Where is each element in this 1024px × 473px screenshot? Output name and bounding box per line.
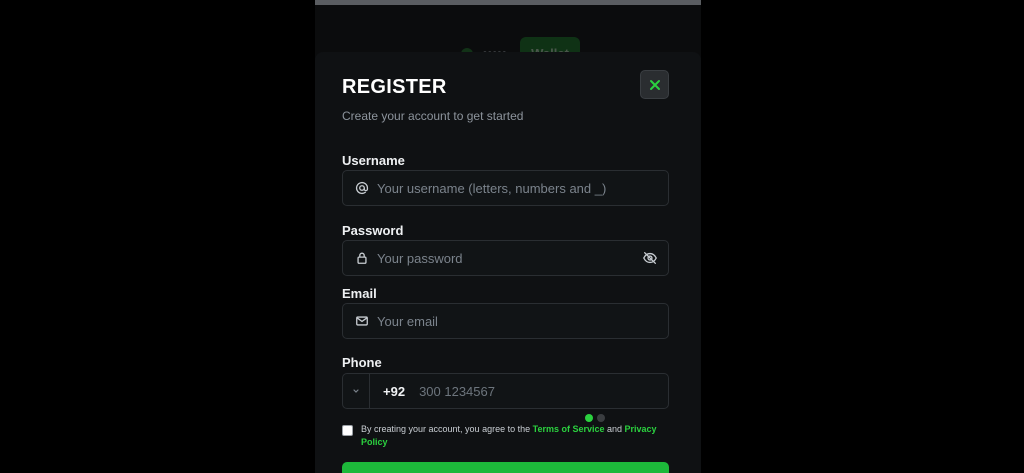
phone-input[interactable]: [419, 383, 668, 399]
username-input[interactable]: [377, 180, 668, 196]
email-label: Email: [342, 286, 377, 301]
terms-prefix: By creating your account, you agree to t…: [361, 424, 533, 434]
password-field[interactable]: [342, 240, 669, 276]
email-input[interactable]: [377, 313, 668, 329]
lock-icon: [347, 251, 377, 265]
terms-of-service-link[interactable]: Terms of Service: [533, 424, 605, 434]
terms-text: By creating your account, you agree to t…: [361, 423, 672, 449]
app-viewport: ••••• Wallet REGISTER Create your accoun…: [315, 0, 701, 473]
terms-checkbox[interactable]: [342, 425, 353, 436]
indicator-dot: [597, 414, 605, 422]
email-field[interactable]: [342, 303, 669, 339]
phone-label: Phone: [342, 355, 382, 370]
password-label: Password: [342, 223, 404, 238]
username-label: Username: [342, 153, 405, 168]
eye-off-icon: [643, 252, 657, 264]
floating-indicator: [585, 414, 605, 422]
register-modal: REGISTER Create your account to get star…: [315, 52, 701, 473]
country-code-dropdown[interactable]: [343, 374, 370, 408]
toggle-password-visibility[interactable]: [632, 250, 668, 266]
username-field[interactable]: [342, 170, 669, 206]
mail-icon: [347, 314, 377, 328]
register-submit-button[interactable]: [342, 462, 669, 473]
modal-subtitle: Create your account to get started: [342, 109, 524, 123]
indicator-dot: [585, 414, 593, 422]
close-icon: [649, 79, 660, 90]
terms-agreement: By creating your account, you agree to t…: [342, 423, 672, 449]
top-divider: [315, 0, 701, 5]
terms-connector: and: [604, 424, 625, 434]
at-icon: [347, 181, 377, 195]
country-code: +92: [383, 383, 406, 399]
modal-title: REGISTER: [342, 76, 447, 98]
phone-field[interactable]: +92: [342, 373, 669, 409]
chevron-down-icon: [353, 389, 359, 393]
background-header: ••••• Wallet: [315, 18, 701, 69]
password-input[interactable]: [377, 250, 632, 266]
close-button[interactable]: [640, 70, 669, 99]
